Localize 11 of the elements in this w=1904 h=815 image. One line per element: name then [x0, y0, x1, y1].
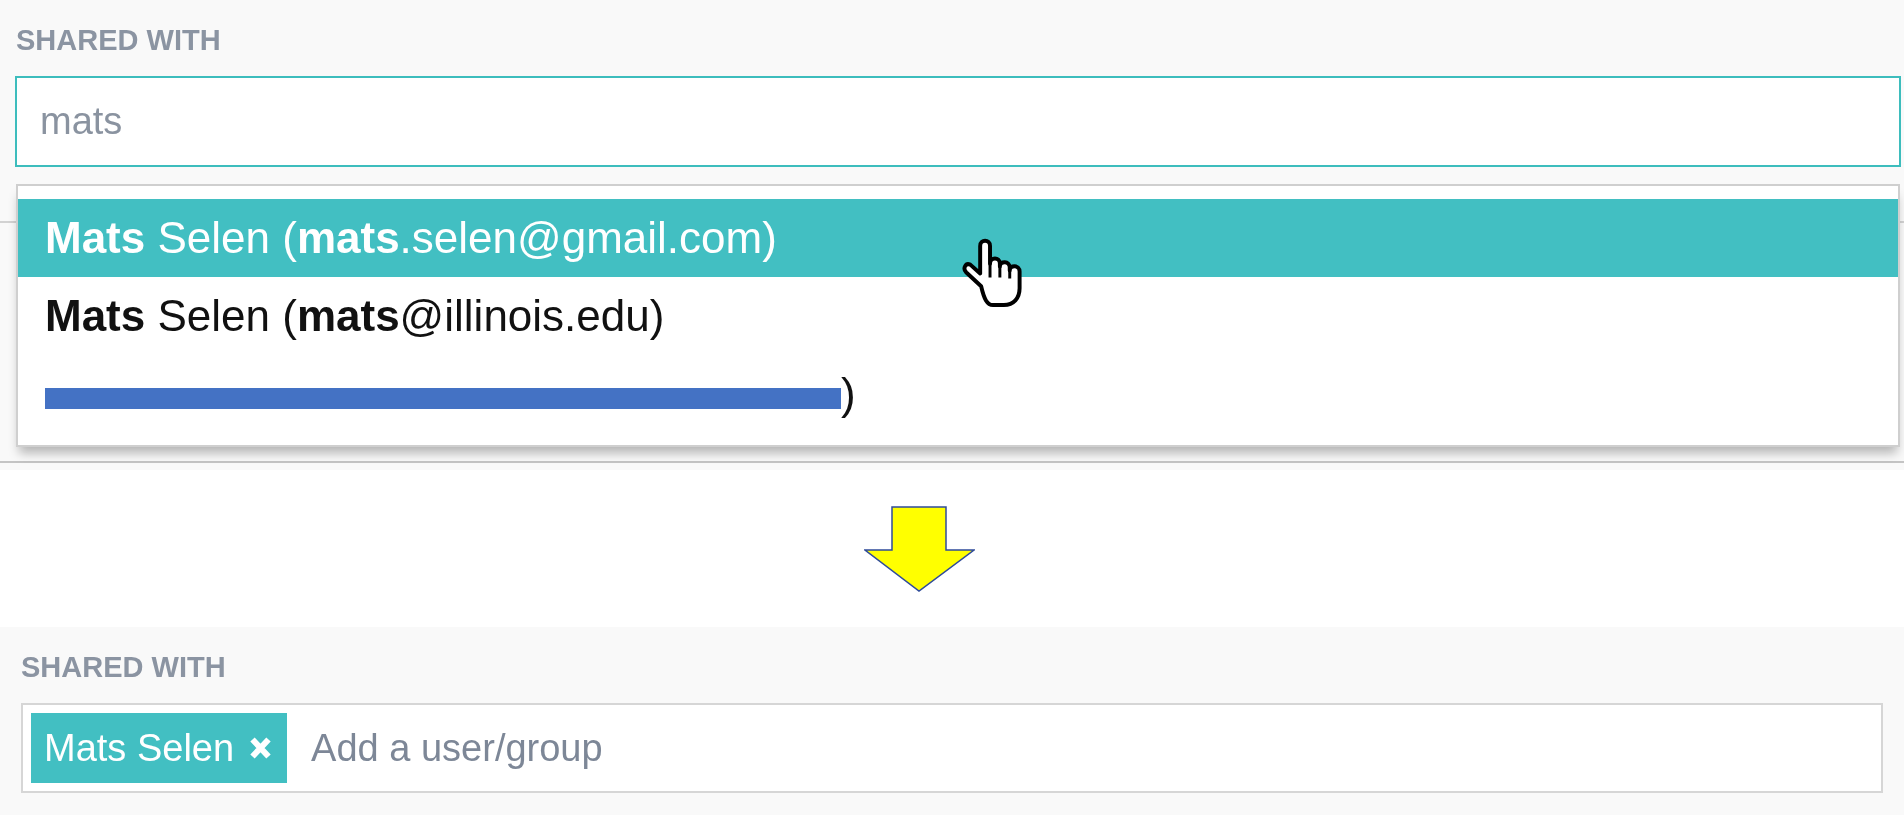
- suggestion-item[interactable]: Mats Selen (mats.selen@gmail.com): [18, 199, 1898, 277]
- add-user-input[interactable]: Add a user/group: [311, 718, 1881, 778]
- field-label: SHARED WITH: [16, 23, 221, 57]
- field-label: SHARED WITH: [21, 650, 226, 684]
- suggestion-item[interactable]: ): [18, 355, 1898, 433]
- user-group-field[interactable]: Mats Selen Add a user/group: [21, 703, 1883, 793]
- down-arrow-icon: [864, 506, 975, 592]
- search-field[interactable]: mats: [15, 76, 1901, 167]
- user-tag: Mats Selen: [31, 713, 288, 783]
- close-icon[interactable]: [249, 736, 273, 760]
- suggestion-item[interactable]: Mats Selen (mats@illinois.edu): [18, 277, 1898, 355]
